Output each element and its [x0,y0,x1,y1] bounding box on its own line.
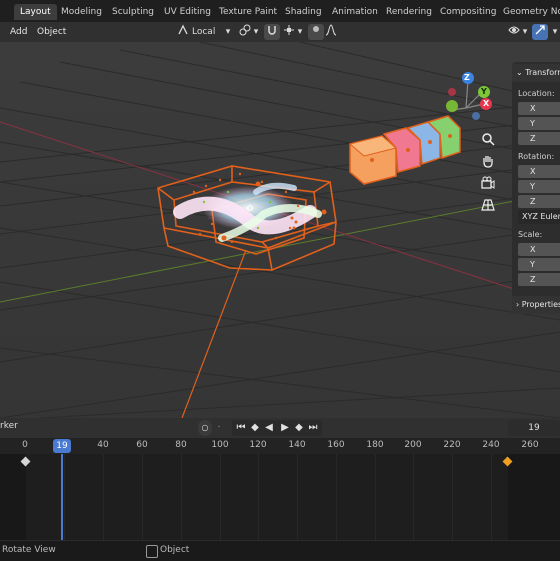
timeline-track-area[interactable] [0,454,560,540]
chevron-down-icon: ⌄ [516,68,523,77]
tab-geometry-nodes[interactable]: Geometry Node [497,4,560,20]
camera-view-icon[interactable] [481,176,497,192]
pan-hand-icon[interactable] [481,154,497,170]
transform-panel-header[interactable]: ⌄ Transform [512,64,560,82]
viewport-header: Add Object Local ▾ ▾ ▾ ▾ ▾ [0,22,560,42]
timeline-ruler[interactable]: 0 40 60 80 100 120 140 160 180 200 220 2… [0,438,560,454]
next-keyframe-icon[interactable]: ◆ [292,420,306,436]
auto-keying-icon[interactable]: ○ [198,420,212,436]
jump-start-icon[interactable]: ⏮ [234,420,248,436]
scale-x-field[interactable]: X [518,243,560,256]
tab-compositing[interactable]: Compositing [434,4,502,20]
frame-tick: 80 [175,440,187,450]
rotation-label: Rotation: [518,152,555,161]
play-icon[interactable]: ▶ [278,420,292,436]
workspace-tabs: Layout Modeling Sculpting UV Editing Tex… [0,0,560,22]
chevron-down-icon: ▾ [297,27,303,37]
frame-tick: 260 [521,440,539,450]
zoom-icon[interactable] [481,132,497,148]
tab-animation[interactable]: Animation [326,4,384,20]
properties-panel-header[interactable]: › Properties [512,296,560,314]
gizmo-z-label: Z [464,73,470,82]
status-hint-right: Object [160,545,190,555]
rotation-x-field[interactable]: X [518,165,560,178]
transform-panel-title: Transform [525,68,560,77]
menu-object[interactable]: Object [37,25,66,39]
marker-menu[interactable]: rker [0,421,18,431]
tab-uv-editing[interactable]: UV Editing [158,4,217,20]
status-hint-left: Rotate View [2,545,56,555]
keying-set-icon[interactable]: · [214,420,224,436]
frame-tick: 0 [22,440,28,450]
scale-label: Scale: [518,230,543,239]
chevron-down-icon: ▾ [253,27,259,37]
gizmo-x-label: X [483,99,490,108]
frame-tick: 200 [404,440,422,450]
frame-tick: 40 [97,440,109,450]
tab-modeling[interactable]: Modeling [55,4,108,20]
navigation-gizmo[interactable]: Z Y X [440,70,500,130]
pivot-point-icon[interactable] [238,24,252,40]
menu-add[interactable]: Add [10,25,27,39]
prev-keyframe-icon[interactable]: ◆ [248,420,262,436]
playback-controls: ⏮ ◆ ◀ ▶ ◆ ⏭ [232,420,322,436]
transform-orientation-dropdown[interactable]: Local [192,24,222,40]
tab-texture-paint[interactable]: Texture Paint [213,4,283,20]
proportional-editing-icon[interactable] [308,24,324,40]
visibility-icon[interactable] [506,24,522,40]
location-label: Location: [518,89,555,98]
chevron-down-icon: ▾ [522,27,528,37]
rotation-y-field[interactable]: Y [518,180,560,193]
pre-range-shade [0,454,26,540]
transform-orientation-icon[interactable] [176,24,190,40]
frame-tick: 100 [211,440,229,450]
location-z-field[interactable]: Z [518,132,560,145]
frame-tick: 120 [249,440,267,450]
falloff-curve-icon[interactable] [324,24,338,40]
jump-end-icon[interactable]: ⏭ [306,420,320,436]
mouse-icon [146,545,158,558]
gizmo-toggle-icon[interactable] [532,24,548,40]
properties-panel-title: Properties [521,300,560,309]
timeline-header: rker ○ · ⏮ ◆ ◀ ▶ ◆ ⏭ 19 [0,418,560,438]
playhead-line[interactable] [61,454,63,540]
snap-target-icon[interactable] [282,24,296,40]
current-frame-field[interactable]: 19 [508,420,560,436]
rotation-z-field[interactable]: Z [518,195,560,208]
chevron-right-icon: › [516,300,520,309]
snap-icon[interactable] [264,24,280,40]
tab-rendering[interactable]: Rendering [380,4,438,20]
frame-tick: 240 [482,440,500,450]
tab-sculpting[interactable]: Sculpting [106,4,160,20]
frame-tick: 160 [327,440,345,450]
frame-tick: 140 [288,440,306,450]
status-bar: Rotate View Object [0,540,560,561]
location-y-field[interactable]: Y [518,117,560,130]
chevron-down-icon: ▾ [552,27,558,37]
play-reverse-icon[interactable]: ◀ [262,420,276,436]
frame-tick: 220 [443,440,461,450]
scale-y-field[interactable]: Y [518,258,560,271]
gizmo-y-label: Y [481,87,487,96]
tab-shading[interactable]: Shading [279,4,328,20]
frame-tick: 60 [136,440,148,450]
sidebar-panel: ⌄ Transform Location: X Y Z Rotation: X … [512,62,560,314]
chevron-down-icon: ▾ [225,27,231,37]
rotation-mode-dropdown[interactable]: XYZ Euler [518,210,560,224]
3d-viewport[interactable]: Z Y X [0,42,560,418]
post-range-shade [508,454,560,540]
location-x-field[interactable]: X [518,102,560,115]
perspective-grid-icon[interactable] [481,198,497,214]
playhead-frame-label[interactable]: 19 [53,439,71,453]
scale-z-field[interactable]: Z [518,273,560,286]
frame-tick: 180 [366,440,384,450]
tab-layout[interactable]: Layout [14,4,57,20]
